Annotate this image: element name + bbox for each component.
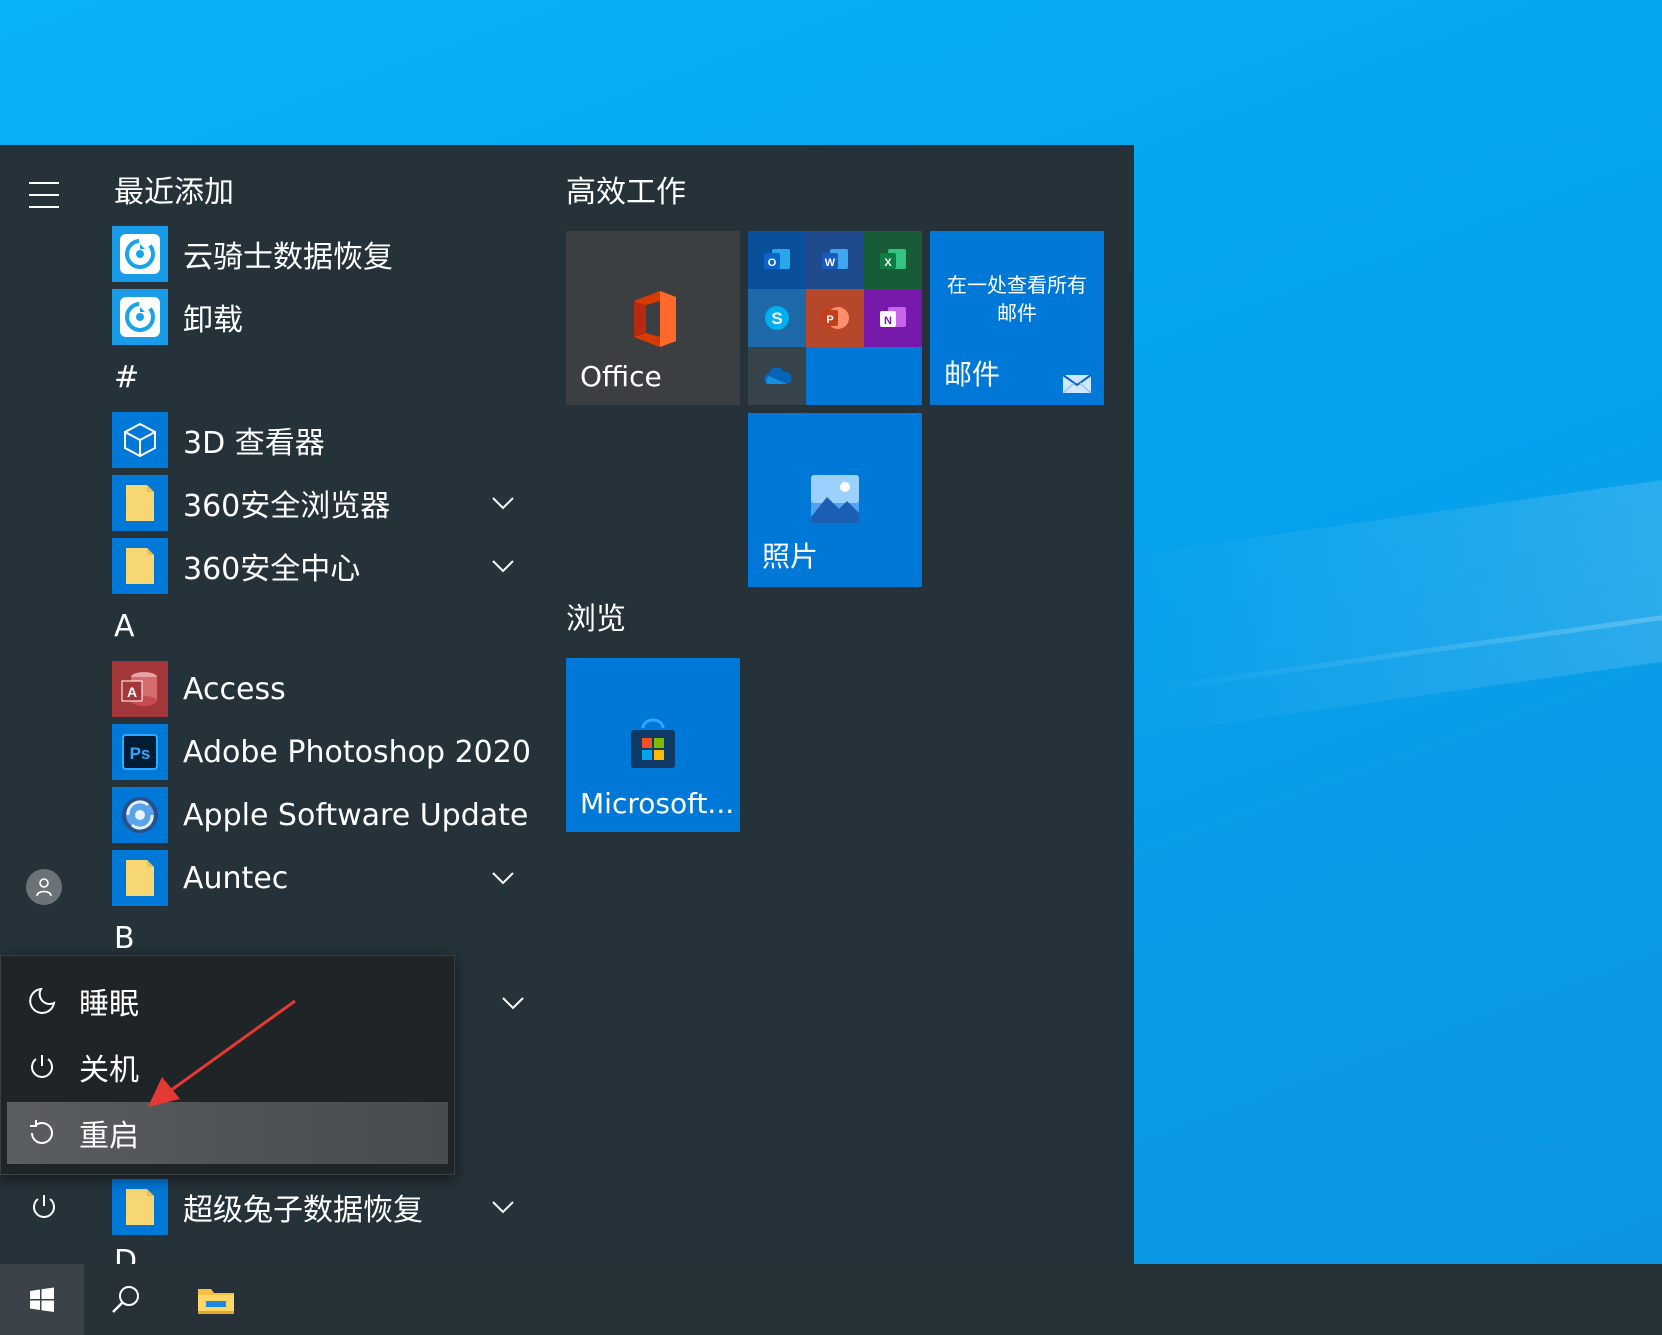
user-avatar-icon <box>26 869 62 905</box>
app-label: 360安全浏览器 <box>183 489 391 524</box>
photoshop-icon: Ps <box>112 724 168 780</box>
app-label: Apple Software Update <box>183 797 529 833</box>
folder-icon <box>112 475 168 531</box>
power-icon <box>33 1195 55 1218</box>
recent-header: 最近添加 <box>114 175 234 210</box>
onenote-icon: N <box>864 289 922 347</box>
office-logo-icon <box>634 291 676 347</box>
powerpoint-icon: P <box>806 289 864 347</box>
svg-text:Ps: Ps <box>130 744 151 763</box>
taskbar <box>0 1264 1662 1335</box>
app-label: 360安全中心 <box>183 552 361 587</box>
skype-icon: S <box>748 289 806 347</box>
word-icon: W <box>806 231 864 289</box>
svg-text:P: P <box>826 314 833 326</box>
cube-icon <box>112 412 168 468</box>
tile-label: Microsoft... <box>580 787 735 820</box>
app-folder-chaojitu[interactable]: 超级兔子数据恢复 <box>112 1178 532 1236</box>
chevron-down-icon[interactable] <box>488 863 518 893</box>
app-folder-360-browser[interactable]: 360安全浏览器 <box>112 474 532 532</box>
app-folder-360-security[interactable]: 360安全中心 <box>112 537 532 595</box>
excel-icon: X <box>864 231 922 289</box>
restart-icon <box>21 1117 63 1149</box>
moon-icon <box>21 986 63 1016</box>
app-label: 卸载 <box>183 303 243 338</box>
tile-label: 邮件 <box>944 358 1001 391</box>
annotation-arrow <box>148 999 296 1107</box>
restart-label: 重启 <box>79 1119 139 1154</box>
sleep-label: 睡眠 <box>79 987 139 1022</box>
app-apple-software-update[interactable]: Apple Software Update <box>112 786 532 844</box>
mail-tile-description: 在一处查看所有邮件 <box>947 273 1087 325</box>
tile-label: Office <box>580 360 662 393</box>
folder-icon <box>112 1179 168 1235</box>
app-label: Adobe Photoshop 2020 <box>183 734 531 770</box>
office-apps-folder-tile[interactable]: O W X S P N <box>748 231 922 405</box>
folder-icon <box>112 538 168 594</box>
section-d[interactable]: D <box>114 1242 137 1264</box>
chevron-down-icon[interactable] <box>488 551 518 581</box>
svg-text:S: S <box>771 309 782 328</box>
section-b[interactable]: B <box>114 919 135 959</box>
group-productivity-header: 高效工作 <box>566 175 686 210</box>
windows-logo-icon <box>30 1287 54 1312</box>
app-3d-viewer[interactable]: 3D 查看器 <box>112 411 532 469</box>
office-tile[interactable]: Office <box>566 231 740 405</box>
app-folder-auntec[interactable]: Auntec <box>112 849 532 907</box>
app-label: 3D 查看器 <box>183 426 325 461</box>
onedrive-icon <box>748 347 806 405</box>
store-bag-icon <box>631 718 675 768</box>
app-yunqishi[interactable]: 云骑士数据恢复 <box>112 225 532 283</box>
svg-text:A: A <box>127 684 137 700</box>
app-label: Access <box>183 671 286 707</box>
hamburger-icon <box>29 182 59 184</box>
chevron-down-icon[interactable] <box>488 488 518 518</box>
section-a[interactable]: A <box>114 607 135 647</box>
search-icon <box>112 1285 139 1313</box>
app-label: Auntec <box>183 860 289 896</box>
yunqishi-icon <box>112 226 168 282</box>
group-browse-header: 浏览 <box>566 602 626 637</box>
microsoft-store-tile[interactable]: Microsoft... <box>566 658 740 832</box>
app-label: 云骑士数据恢复 <box>183 240 393 275</box>
search-button[interactable] <box>84 1264 168 1335</box>
tile-label: 照片 <box>762 540 819 573</box>
section-hash[interactable]: # <box>114 358 139 398</box>
chevron-down-icon[interactable] <box>488 1192 518 1222</box>
app-photoshop[interactable]: Ps Adobe Photoshop 2020 <box>112 723 532 781</box>
wallpaper-light-beam <box>1087 463 1662 740</box>
uninstall-icon <box>112 289 168 345</box>
outlook-icon: O <box>748 231 806 289</box>
start-button[interactable] <box>0 1264 84 1335</box>
envelope-icon <box>1062 374 1092 394</box>
mail-tile[interactable]: 在一处查看所有邮件 邮件 <box>930 231 1104 405</box>
chevron-down-icon[interactable] <box>498 988 528 1018</box>
apple-update-icon <box>112 787 168 843</box>
app-uninstall[interactable]: 卸载 <box>112 288 532 346</box>
photos-tile[interactable]: 照片 <box>748 413 922 587</box>
shutdown-label: 关机 <box>79 1053 139 1088</box>
app-access[interactable]: A Access <box>112 660 532 718</box>
power-button[interactable] <box>14 1179 74 1235</box>
svg-text:O: O <box>768 257 777 269</box>
power-icon <box>21 1052 63 1082</box>
svg-text:X: X <box>884 257 892 269</box>
file-explorer-button[interactable] <box>174 1264 258 1335</box>
svg-text:W: W <box>825 257 836 269</box>
expand-menu-button[interactable] <box>14 167 74 223</box>
user-account-button[interactable] <box>14 859 74 915</box>
file-explorer-icon <box>198 1288 234 1314</box>
svg-text:N: N <box>884 315 892 327</box>
access-icon: A <box>112 661 168 717</box>
app-label: 超级兔子数据恢复 <box>183 1193 423 1228</box>
folder-icon <box>112 850 168 906</box>
photo-landscape-icon <box>811 475 859 523</box>
